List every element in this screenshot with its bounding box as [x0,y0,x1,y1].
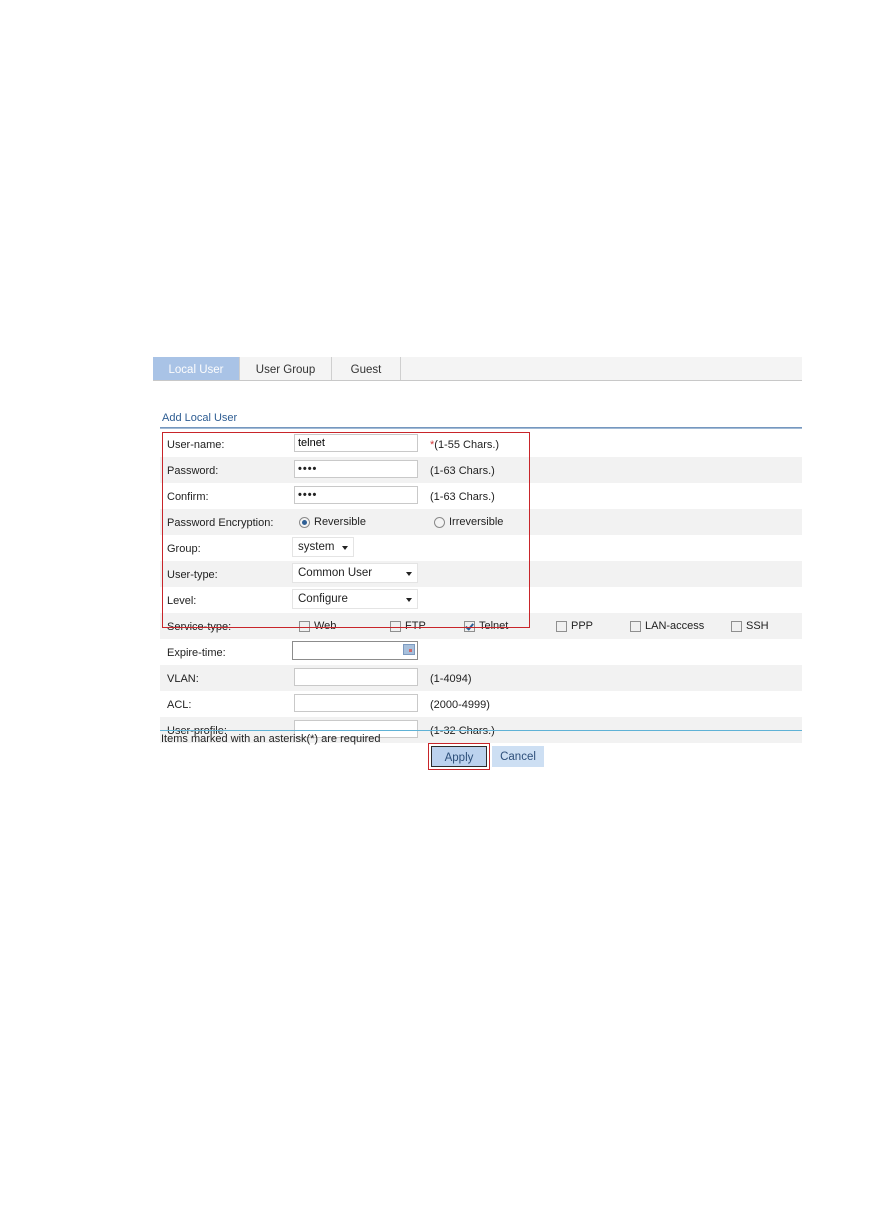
row-group: Group: system [160,535,802,561]
confirm-input[interactable]: •••• [294,486,418,504]
checkbox-telnet[interactable]: Telnet [464,620,508,632]
radio-reversible-label: Reversible [314,516,366,528]
row-service-type: Service-type: Web FTP Telnet PPP LAN-acc… [160,613,802,639]
checkbox-box-checked[interactable] [464,620,475,632]
expire-time-label: Expire-time: [167,647,226,659]
section-divider [160,427,802,429]
checkbox-ppp[interactable]: PPP [556,620,593,632]
encryption-label: Password Encryption: [167,517,274,529]
user-type-select[interactable]: Common User [292,563,418,583]
password-hint: (1-63 Chars.) [430,465,495,477]
checkbox-lan-access-label: LAN-access [645,620,705,632]
acl-label: ACL: [167,699,192,711]
tab-local-user[interactable]: Local User [153,357,240,380]
checkbox-box[interactable] [731,620,742,632]
level-select-value: Configure [298,593,348,605]
row-user-type: User-type: Common User [160,561,802,587]
confirm-label: Confirm: [167,491,209,503]
group-select[interactable]: system [292,537,354,557]
password-label: Password: [167,465,219,477]
checkbox-telnet-label: Telnet [479,620,509,632]
checkbox-box[interactable] [630,620,641,632]
radio-button[interactable] [434,516,445,528]
checkbox-box[interactable] [556,620,567,632]
add-local-user-form: User-name: *(1-55 Chars.) Password: ••••… [160,431,802,743]
row-password: Password: •••• (1-63 Chars.) [160,457,802,483]
username-hint: *(1-55 Chars.) [430,439,499,451]
password-input[interactable]: •••• [294,460,418,478]
checkbox-web-label: Web [314,620,337,632]
level-label: Level: [167,595,197,607]
vlan-label: VLAN: [167,673,199,685]
level-select[interactable]: Configure [292,589,418,609]
section-title: Add Local User [162,412,238,424]
checkbox-ftp[interactable]: FTP [390,620,426,632]
user-profile-hint: (1-32 Chars.) [430,725,495,737]
checkbox-box[interactable] [390,620,401,632]
group-label: Group: [167,543,201,555]
confirm-hint: (1-63 Chars.) [430,491,495,503]
radio-button-selected[interactable] [299,516,310,528]
checkbox-web[interactable]: Web [299,620,336,632]
user-type-select-value: Common User [298,567,373,579]
tab-user-group[interactable]: User Group [240,357,332,380]
row-username: User-name: *(1-55 Chars.) [160,431,802,457]
apply-button[interactable]: Apply [431,746,487,767]
vlan-input[interactable] [294,668,418,686]
user-type-label: User-type: [167,569,218,581]
tab-guest[interactable]: Guest [332,357,401,380]
checkbox-ssh-label: SSH [746,620,769,632]
chevron-down-icon [406,572,412,576]
expire-time-input[interactable] [292,641,418,660]
radio-reversible[interactable]: Reversible [299,516,366,528]
tab-bar: Local User User Group Guest [153,357,802,381]
form-bottom-divider [160,730,802,731]
row-acl: ACL: (2000-4999) [160,691,802,717]
chevron-down-icon [406,598,412,602]
username-hint-text: (1-55 Chars.) [434,439,500,451]
checkbox-box[interactable] [299,620,310,632]
row-vlan: VLAN: (1-4094) [160,665,802,691]
required-note: Items marked with an asterisk(*) are req… [161,733,381,745]
calendar-icon[interactable] [403,644,415,655]
row-password-encryption: Password Encryption: Reversible Irrevers… [160,509,802,535]
vlan-hint: (1-4094) [430,673,472,685]
checkbox-ftp-label: FTP [405,620,426,632]
row-expire-time: Expire-time: [160,639,802,665]
radio-irreversible[interactable]: Irreversible [434,516,503,528]
row-level: Level: Configure [160,587,802,613]
acl-input[interactable] [294,694,418,712]
row-confirm: Confirm: •••• (1-63 Chars.) [160,483,802,509]
acl-hint: (2000-4999) [430,699,490,711]
checkbox-ppp-label: PPP [571,620,594,632]
radio-irreversible-label: Irreversible [449,516,504,528]
group-select-value: system [298,541,335,553]
cancel-button[interactable]: Cancel [492,746,544,767]
chevron-down-icon [342,546,348,550]
service-type-label: Service-type: [167,621,232,633]
username-input[interactable] [294,434,418,452]
checkbox-lan-access[interactable]: LAN-access [630,620,704,632]
checkbox-ssh[interactable]: SSH [731,620,769,632]
username-label: User-name: [167,439,225,451]
